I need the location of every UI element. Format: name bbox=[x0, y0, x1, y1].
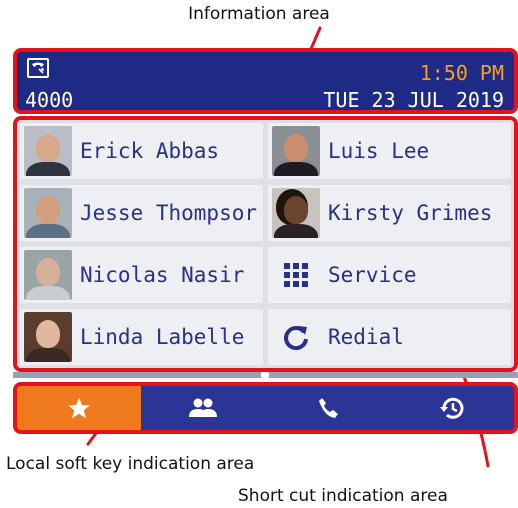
softkey-contacts[interactable] bbox=[141, 386, 265, 430]
shortcut-label: Redial bbox=[328, 325, 404, 349]
shortcut-area: Erick Abbas Luis Lee Jesse Thompsor Kirs… bbox=[13, 116, 518, 372]
shortcut-label: Linda Labelle bbox=[80, 325, 245, 349]
clock-date: TUE 23 JUL 2019 bbox=[323, 88, 504, 112]
extension-number: 4000 bbox=[25, 88, 74, 112]
shortcut-erick-abbas[interactable]: Erick Abbas bbox=[20, 123, 263, 179]
shortcut-label: Service bbox=[328, 263, 417, 287]
information-area-callout: Information area bbox=[188, 4, 330, 24]
shortcut-jesse-thompson[interactable]: Jesse Thompsor bbox=[20, 185, 263, 241]
shortcut-label: Jesse Thompsor bbox=[80, 201, 258, 225]
phone-status-icon bbox=[27, 58, 49, 78]
shortcut-label: Erick Abbas bbox=[80, 139, 220, 163]
avatar bbox=[24, 188, 72, 238]
local-softkey-callout: Local soft key indication area bbox=[6, 454, 255, 474]
local-softkey-area bbox=[13, 382, 518, 434]
phone-screen: 4000 1:50 PM TUE 23 JUL 2019 Erick Abbas… bbox=[13, 48, 518, 444]
keypad-icon bbox=[272, 262, 320, 288]
avatar bbox=[24, 312, 72, 362]
phone-icon bbox=[318, 398, 338, 418]
history-icon bbox=[439, 397, 464, 419]
information-bar: 4000 1:50 PM TUE 23 JUL 2019 bbox=[13, 48, 518, 114]
shortcut-label: Nicolas Nasir bbox=[80, 263, 245, 287]
shortcut-service[interactable]: Service bbox=[268, 247, 511, 303]
softkey-favorites[interactable] bbox=[17, 386, 142, 430]
avatar bbox=[24, 250, 72, 300]
shortcut-kirsty-grimes[interactable]: Kirsty Grimes bbox=[268, 185, 511, 241]
shortcut-label: Luis Lee bbox=[328, 139, 430, 163]
clock-time: 1:50 PM bbox=[419, 61, 504, 85]
softkey-calls[interactable] bbox=[266, 386, 390, 430]
page-indicator bbox=[13, 372, 518, 378]
star-icon bbox=[68, 397, 91, 419]
shortcut-area-callout: Short cut indication area bbox=[238, 486, 448, 506]
shortcut-linda-labelle[interactable]: Linda Labelle bbox=[20, 309, 263, 365]
avatar bbox=[272, 188, 320, 238]
avatar bbox=[24, 126, 72, 176]
shortcut-label: Kirsty Grimes bbox=[328, 201, 493, 225]
contacts-icon bbox=[189, 398, 218, 417]
avatar bbox=[272, 126, 320, 176]
redial-icon bbox=[272, 323, 320, 351]
shortcut-luis-lee[interactable]: Luis Lee bbox=[268, 123, 511, 179]
shortcut-redial[interactable]: Redial bbox=[268, 309, 511, 365]
page-indicator-dot bbox=[261, 372, 269, 378]
shortcut-nicolas-nasir[interactable]: Nicolas Nasir bbox=[20, 247, 263, 303]
softkey-history[interactable] bbox=[390, 386, 514, 430]
